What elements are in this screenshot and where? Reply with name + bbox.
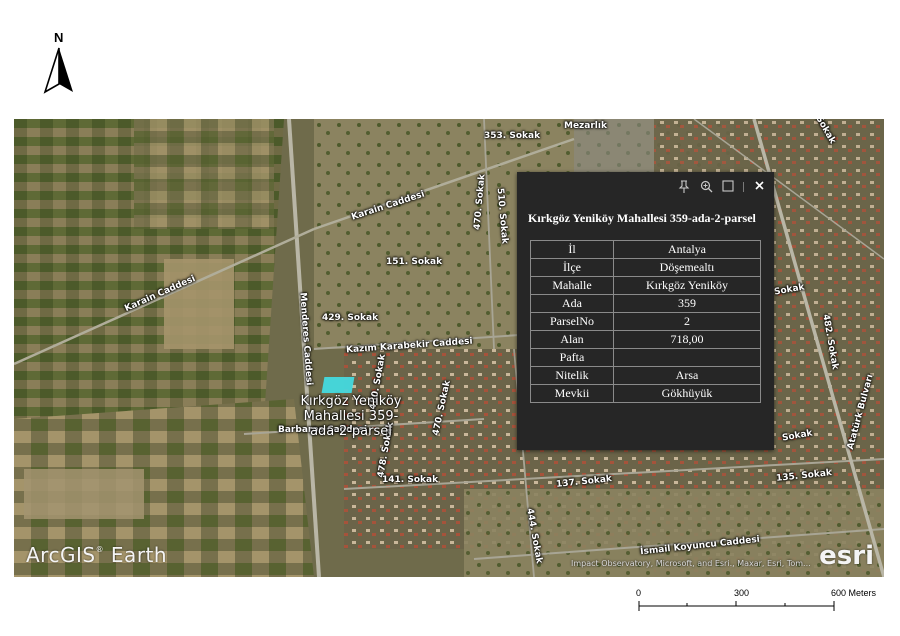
attribute-value: 359 <box>613 294 761 313</box>
table-row: Nitelik Arsa <box>530 366 761 385</box>
north-arrow: N <box>40 30 80 96</box>
attribute-value: Döşemealtı <box>613 258 761 277</box>
road-label: 353. Sokak <box>484 131 541 141</box>
arcgis-earth-logo: ArcGIS® Earth <box>26 543 167 567</box>
road-label: 151. Sokak <box>386 257 443 267</box>
road-label: 429. Sokak <box>322 313 379 323</box>
road-label: 141. Sokak <box>382 475 439 485</box>
attribute-value <box>613 348 761 367</box>
scale-label-0: 0 <box>636 588 642 598</box>
table-row: İlçe Döşemealtı <box>530 258 761 277</box>
attribute-key: Mevkii <box>530 384 614 403</box>
attribute-value: 718,00 <box>613 330 761 349</box>
pin-icon[interactable] <box>677 180 691 194</box>
logo-text: ArcGIS <box>26 543 96 567</box>
map-attribution[interactable]: Impact Observatory, Microsoft, and Esri.… <box>571 559 811 568</box>
north-arrow-icon <box>43 47 73 94</box>
toolbar-separator <box>743 182 744 192</box>
attribute-key: Mahalle <box>530 276 614 295</box>
table-row: ParselNo 2 <box>530 312 761 331</box>
attribute-table: İl Antalya İlçe Döşemealtı Mahalle Kırkgöz … <box>530 240 761 403</box>
attribute-key: Ada <box>530 294 614 313</box>
logo-registered-mark: ® <box>95 545 105 554</box>
dock-icon[interactable] <box>721 180 735 194</box>
attribute-key: İlçe <box>530 258 614 277</box>
parcel-label: Kırkgöz Yeniköy Mahallesi 359-ada-2-pars… <box>300 394 402 439</box>
attribute-value: Gökhüyük <box>613 384 761 403</box>
north-letter: N <box>54 30 64 45</box>
attribute-key: ParselNo <box>530 312 614 331</box>
feature-popup: Kırkgöz Yeniköy Mahallesi 359-ada-2-pars… <box>517 172 774 450</box>
scale-bar: 0 300 600 Meters <box>636 588 886 618</box>
logo-text-earth: Earth <box>110 543 168 567</box>
map-view[interactable]: 353. Sokak Mezarlık Karain Caddesi 470. … <box>14 119 884 577</box>
scale-bar-graphic <box>638 601 835 611</box>
table-row: Alan 718,00 <box>530 330 761 349</box>
scale-label-600: 600 Meters <box>831 588 877 598</box>
table-row: Ada 359 <box>530 294 761 313</box>
attribute-key: Nitelik <box>530 366 614 385</box>
attribute-value: Kırkgöz Yeniköy <box>613 276 761 295</box>
table-row: Pafta <box>530 348 761 367</box>
table-row: Mevkii Gökhüyük <box>530 384 761 403</box>
attribute-value: 2 <box>613 312 761 331</box>
attribute-key: İl <box>530 240 614 259</box>
close-icon[interactable] <box>752 180 766 194</box>
parcel-highlight[interactable] <box>321 377 355 393</box>
scale-label-300: 300 <box>734 588 750 598</box>
attribute-key: Alan <box>530 330 614 349</box>
esri-logo: esri <box>819 541 874 571</box>
attribute-value: Arsa <box>613 366 761 385</box>
zoom-to-icon[interactable] <box>699 180 713 194</box>
table-row: İl Antalya <box>530 240 761 259</box>
popup-toolbar <box>677 180 766 194</box>
attribute-key: Pafta <box>530 348 614 367</box>
road-label: Mezarlık <box>564 121 607 131</box>
attribute-value: Antalya <box>613 240 761 259</box>
popup-title: Kırkgöz Yeniköy Mahallesi 359-ada-2-pars… <box>528 211 756 225</box>
table-row: Mahalle Kırkgöz Yeniköy <box>530 276 761 295</box>
